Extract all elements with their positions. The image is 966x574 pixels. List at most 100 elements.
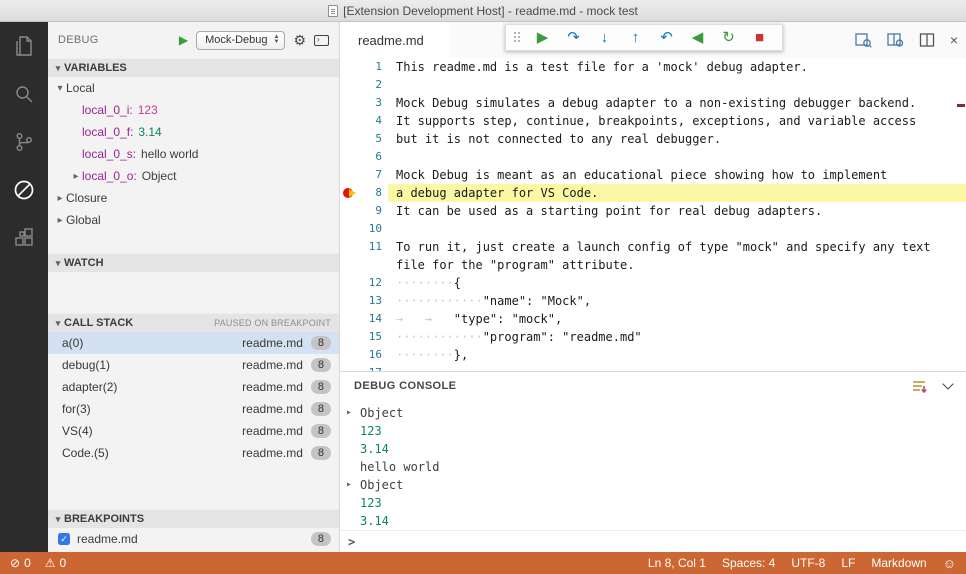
step-into-button[interactable]: ↓ [589, 25, 620, 50]
line-number[interactable]: 6 [356, 148, 382, 166]
current-debug-line[interactable]: a debug adapter for VS Code. [388, 184, 966, 202]
line-text[interactable]: To run it, just create a launch config o… [388, 238, 966, 256]
line-text[interactable] [388, 148, 966, 166]
editor-line[interactable]: 7 Mock Debug is meant as an educational p… [340, 166, 966, 184]
line-text[interactable]: Mock Debug simulates a debug adapter to … [388, 94, 966, 112]
status-item[interactable]: UTF-8 [791, 556, 825, 570]
line-number[interactable]: 9 [356, 202, 382, 220]
gutter-margin[interactable] [340, 148, 356, 166]
configure-gear-icon[interactable]: ⚙ [293, 32, 306, 49]
gutter-margin[interactable] [340, 328, 356, 346]
editor-line[interactable]: 16 ········}, [340, 346, 966, 364]
line-text[interactable]: This readme.md is a test file for a 'moc… [388, 58, 966, 76]
variable-scope-local[interactable]: ▾ Local [48, 77, 339, 99]
open-preview-side-icon[interactable] [887, 32, 904, 48]
collapse-panel-icon[interactable] [942, 378, 954, 390]
problems-status[interactable]: ⊘ 0 ⚠ 0 [10, 556, 66, 570]
console-object-row[interactable]: ▸ Object [340, 404, 966, 422]
editor-line[interactable]: 4 It supports step, continue, breakpoints… [340, 112, 966, 130]
variable-row[interactable]: local_0_i: 123 [48, 99, 339, 121]
line-text[interactable]: Mock Debug is meant as an educational pi… [388, 166, 966, 184]
line-text[interactable]: It supports step, continue, breakpoints,… [388, 112, 966, 130]
source-control-icon[interactable] [0, 118, 48, 166]
status-item[interactable]: LF [841, 556, 855, 570]
line-number[interactable]: 16 [356, 346, 382, 364]
gutter-margin[interactable] [340, 238, 356, 256]
variable-scope-closure[interactable]: ▸ Closure [48, 187, 339, 209]
close-icon[interactable]: × [950, 32, 958, 48]
editor-line[interactable]: 8 a debug adapter for VS Code. [340, 184, 966, 202]
variable-row[interactable]: local_0_s: hello world [48, 143, 339, 165]
line-text[interactable]: ············"name": "Mock", [388, 292, 966, 310]
gutter-margin[interactable] [340, 166, 356, 184]
line-text[interactable] [388, 364, 966, 371]
line-number[interactable] [356, 256, 382, 274]
stack-frame[interactable]: debug(1) readme.md 8 [48, 354, 339, 376]
line-number[interactable]: 1 [356, 58, 382, 76]
editor-line[interactable]: 2 [340, 76, 966, 94]
stack-frame[interactable]: Code.(5) readme.md 8 [48, 442, 339, 464]
gutter-margin[interactable] [340, 130, 356, 148]
stack-frame[interactable]: a(0) readme.md 8 [48, 332, 339, 354]
editor-line[interactable]: 6 [340, 148, 966, 166]
gutter-margin[interactable] [340, 310, 356, 328]
editor-line[interactable]: 13 ············"name": "Mock", [340, 292, 966, 310]
gutter-margin[interactable] [340, 364, 356, 371]
line-number[interactable]: 10 [356, 220, 382, 238]
line-number[interactable]: 8 [356, 184, 382, 202]
reverse-continue-button[interactable]: ◀ [682, 25, 713, 50]
line-number[interactable]: 12 [356, 274, 382, 292]
feedback-smiley-icon[interactable]: ☺ [943, 556, 956, 571]
breakpoints-section-header[interactable]: ▾ BREAKPOINTS [48, 509, 339, 528]
breakpoint-checkbox[interactable]: ✓ [58, 533, 70, 545]
restart-button[interactable]: ↻ [713, 25, 744, 50]
breakpoint-list-item[interactable]: ✓ readme.md 8 [48, 528, 339, 550]
tab-readme[interactable]: readme.md [340, 22, 450, 58]
drag-handle[interactable] [514, 32, 521, 43]
editor-line[interactable]: 10 [340, 220, 966, 238]
line-number[interactable]: 3 [356, 94, 382, 112]
gutter-margin[interactable] [340, 256, 356, 274]
stack-frame[interactable]: for(3) readme.md 8 [48, 398, 339, 420]
gutter-margin[interactable] [340, 76, 356, 94]
open-preview-icon[interactable] [855, 32, 872, 48]
line-number[interactable]: 5 [356, 130, 382, 148]
line-text[interactable]: but it is not connected to any real debu… [388, 130, 966, 148]
line-number[interactable]: 13 [356, 292, 382, 310]
debug-config-dropdown[interactable]: Mock-Debug ▲ ▼ [196, 30, 286, 50]
line-text[interactable]: ········{ [388, 274, 966, 292]
step-out-button[interactable]: ↑ [620, 25, 651, 50]
variable-scope-global[interactable]: ▸ Global [48, 209, 339, 231]
call-stack-section-header[interactable]: ▾ CALL STACK PAUSED ON BREAKPOINT [48, 313, 339, 332]
toggle-debug-console-icon[interactable]: › [314, 34, 329, 46]
line-number[interactable]: 14 [356, 310, 382, 328]
line-text[interactable] [388, 220, 966, 238]
editor-line[interactable]: 17 [340, 364, 966, 371]
status-item[interactable]: Spaces: 4 [722, 556, 775, 570]
line-text[interactable]: → → "type": "mock", [388, 310, 966, 328]
editor-line[interactable]: 5 but it is not connected to any real deb… [340, 130, 966, 148]
gutter-margin[interactable] [340, 202, 356, 220]
line-text[interactable]: ············"program": "readme.md" [388, 328, 966, 346]
editor-line[interactable]: 1 This readme.md is a test file for a 'mo… [340, 58, 966, 76]
step-over-button[interactable]: ↷ [558, 25, 589, 50]
line-text[interactable]: ········}, [388, 346, 966, 364]
line-text[interactable]: It can be used as a starting point for r… [388, 202, 966, 220]
editor[interactable]: 1 This readme.md is a test file for a 'mo… [340, 58, 966, 371]
variable-row[interactable]: ▸ local_0_o: Object [48, 165, 339, 187]
debug-console-input[interactable]: > [340, 530, 966, 552]
stack-frame[interactable]: VS(4) readme.md 8 [48, 420, 339, 442]
gutter-margin[interactable] [340, 112, 356, 130]
editor-line[interactable]: 11 To run it, just create a launch config… [340, 238, 966, 256]
editor-line[interactable]: file for the "program" attribute. [340, 256, 966, 274]
gutter-margin[interactable] [340, 274, 356, 292]
line-text[interactable] [388, 76, 966, 94]
breakpoint-gutter[interactable] [340, 184, 356, 202]
clear-console-icon[interactable] [912, 380, 928, 393]
gutter-margin[interactable] [340, 220, 356, 238]
variables-section-header[interactable]: ▾ VARIABLES [48, 58, 339, 77]
line-text[interactable]: file for the "program" attribute. [388, 256, 966, 274]
extensions-icon[interactable] [0, 214, 48, 262]
editor-line[interactable]: 15 ············"program": "readme.md" [340, 328, 966, 346]
line-number[interactable]: 4 [356, 112, 382, 130]
